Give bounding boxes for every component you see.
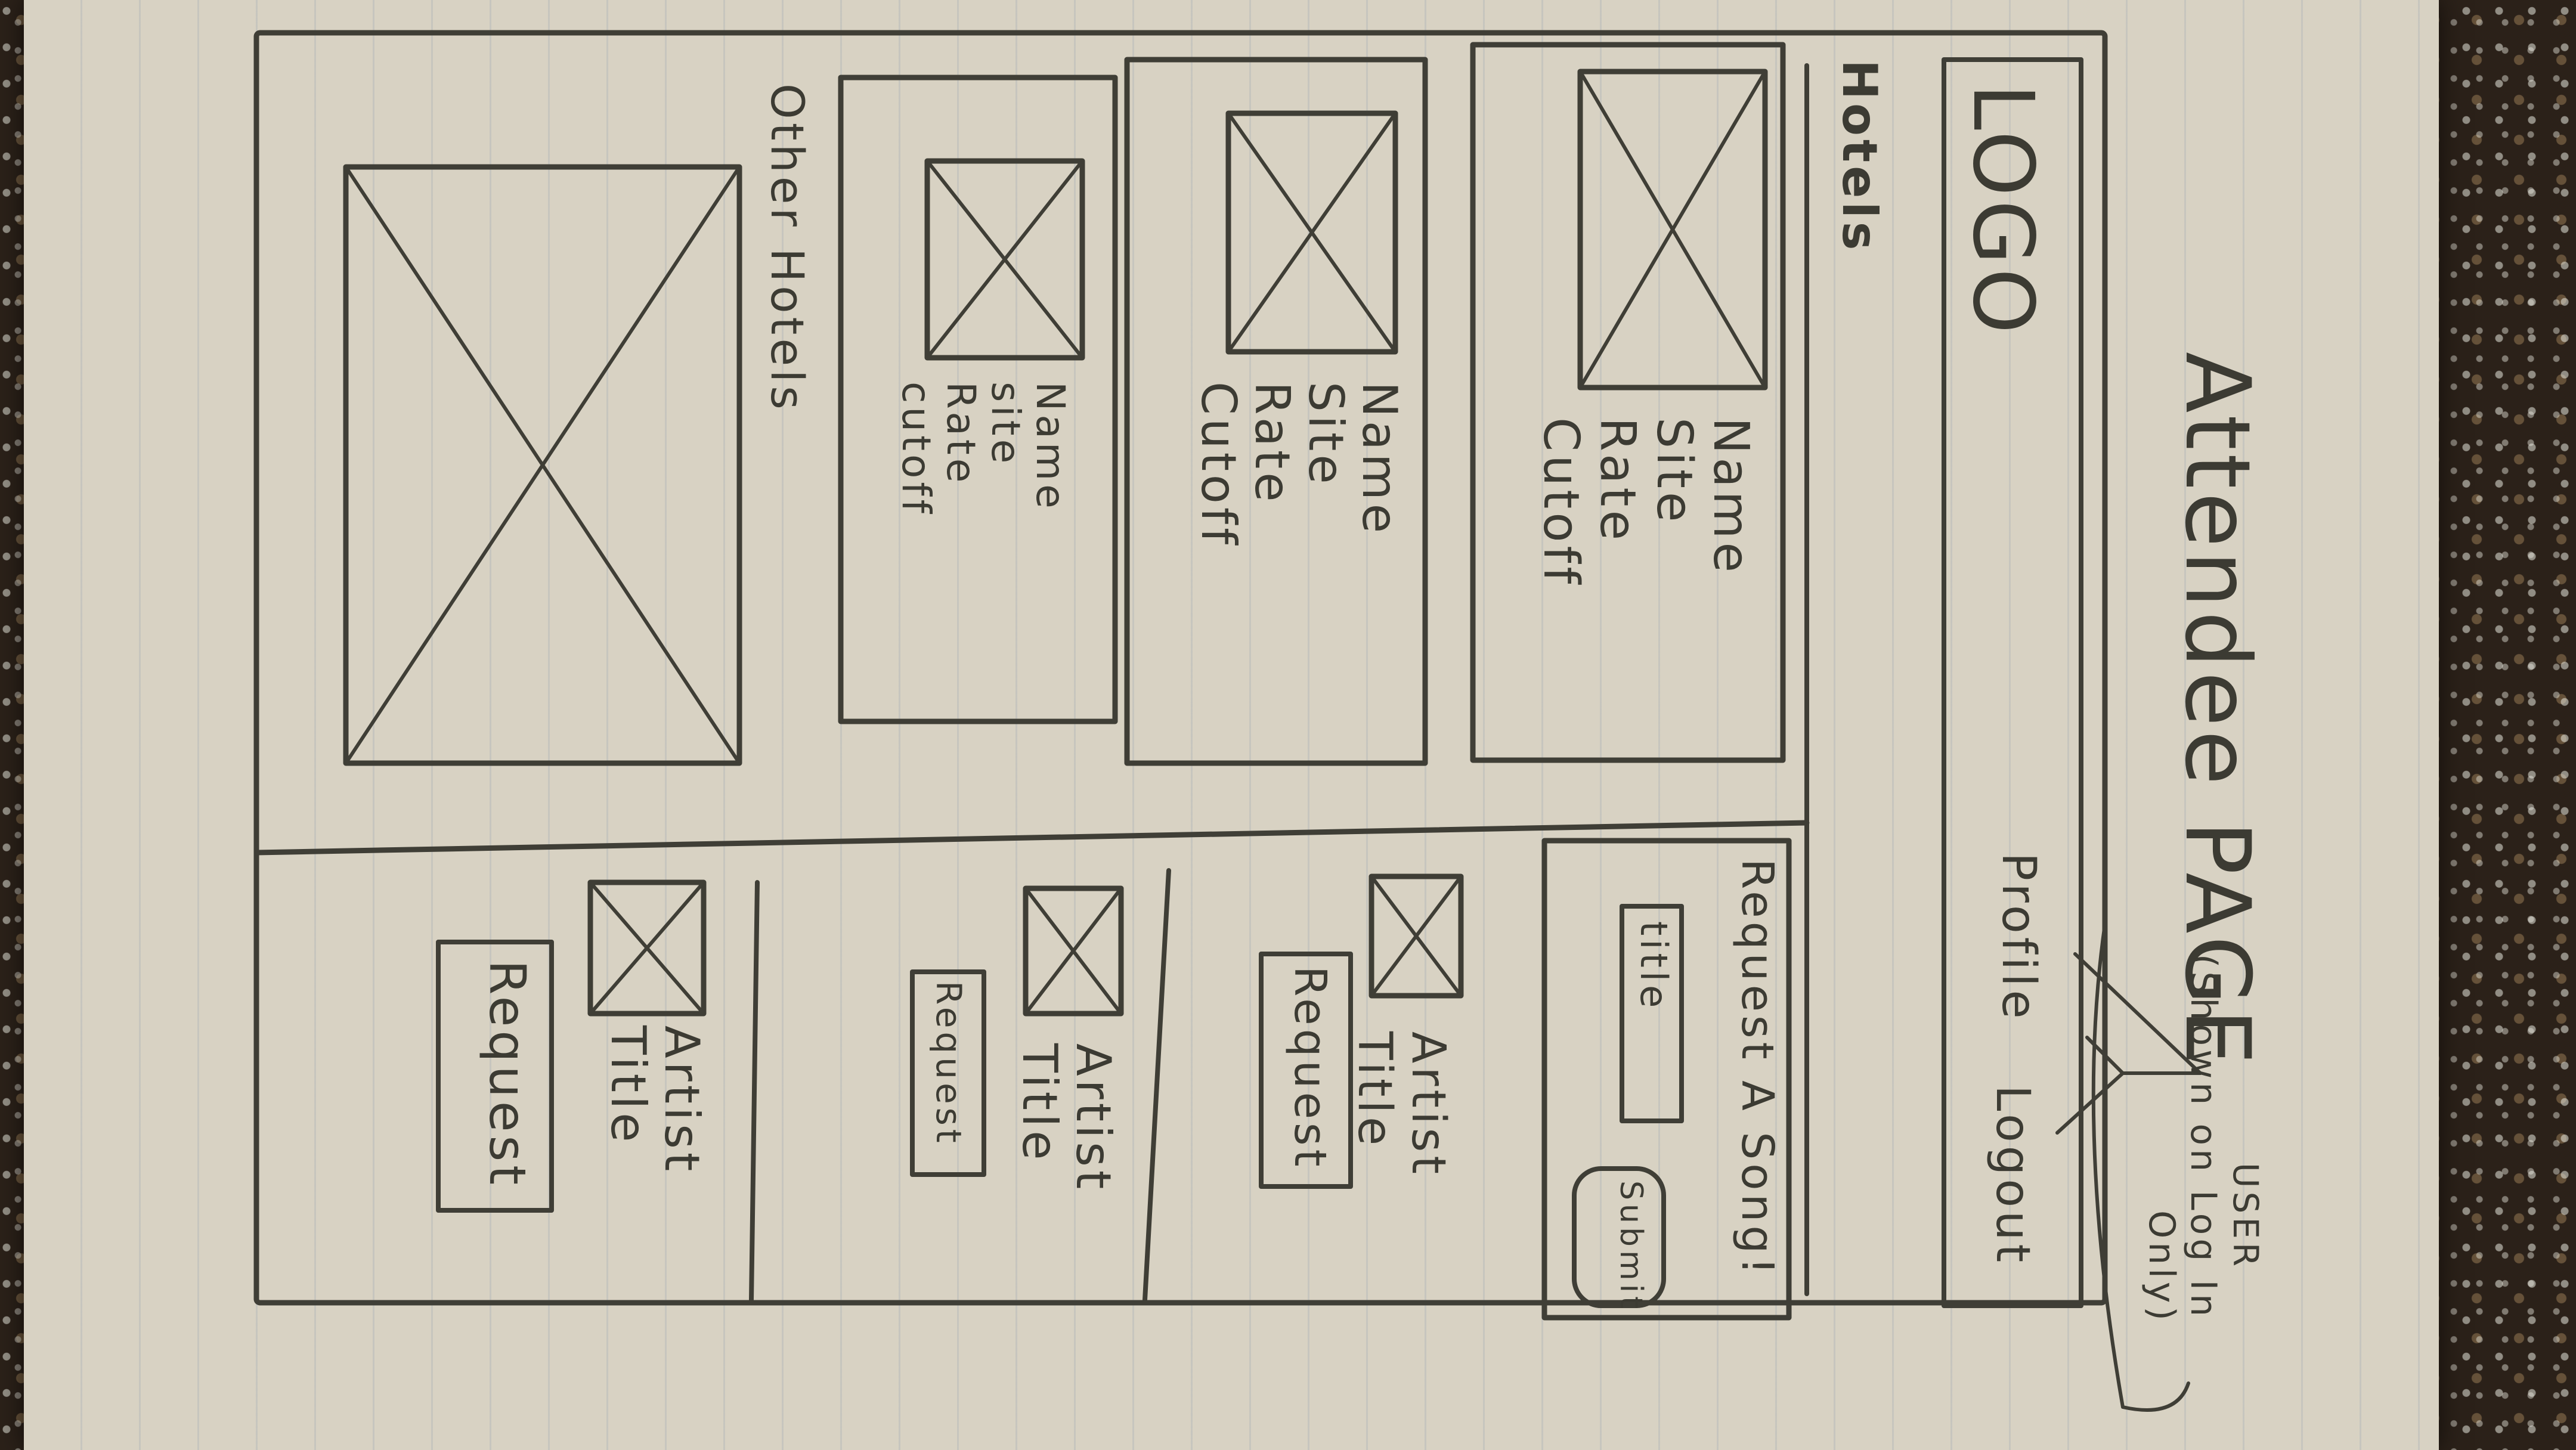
hotel-card-2-name: Name — [1352, 382, 1407, 537]
hotel-card-3-name: Name — [1027, 382, 1073, 512]
user-note-only: Only) — [2141, 1210, 2182, 1324]
song-2-artist: Artist — [1066, 1043, 1121, 1193]
hotel-card-3-site: site — [983, 382, 1029, 467]
section-divider — [253, 820, 1810, 856]
user-note-heading: USER — [2225, 1163, 2266, 1271]
song-1-title: Title — [1348, 1031, 1401, 1150]
profile-link[interactable]: Profile — [1992, 853, 2045, 1023]
user-note-shown-on-login: (Shown on Log In — [2182, 954, 2224, 1321]
song-3-title: Title — [600, 1025, 656, 1146]
hotel-card-1-name: Name — [1702, 417, 1759, 576]
request-submit-button[interactable]: Submit — [1613, 1181, 1649, 1312]
hotel-card-1-rate: Rate — [1589, 417, 1646, 544]
song-1-artist: Artist — [1401, 1031, 1455, 1178]
request-song-heading: Request A Song! — [1732, 859, 1783, 1279]
hotel-card-1-cutoff: Cutoff — [1532, 417, 1589, 588]
logout-link[interactable]: Logout — [1986, 1085, 2039, 1266]
song-2-title: Title — [1012, 1043, 1067, 1164]
song-1-request-button[interactable]: Request — [1284, 966, 1336, 1170]
hotel-card-3-rate: Rate — [938, 382, 984, 487]
hotels-heading: Hotels — [1832, 60, 1887, 254]
song-2-request-button[interactable]: Request — [928, 981, 969, 1147]
hotel-card-2-rate: Rate — [1244, 382, 1300, 506]
logo: LOGO — [1954, 83, 2051, 337]
song-3-request-button[interactable]: Request — [478, 960, 537, 1188]
request-title-input[interactable]: title — [1632, 921, 1676, 1011]
hotel-card-2-cutoff: Cutoff — [1191, 382, 1246, 549]
hotel-card-1-site: Site — [1646, 417, 1702, 526]
song-3-artist: Artist — [654, 1025, 710, 1175]
other-hotels-heading: Other Hotels — [761, 83, 814, 413]
hotel-card-3-cutoff: cutoff — [893, 382, 939, 517]
hotel-card-2-site: Site — [1298, 382, 1354, 488]
